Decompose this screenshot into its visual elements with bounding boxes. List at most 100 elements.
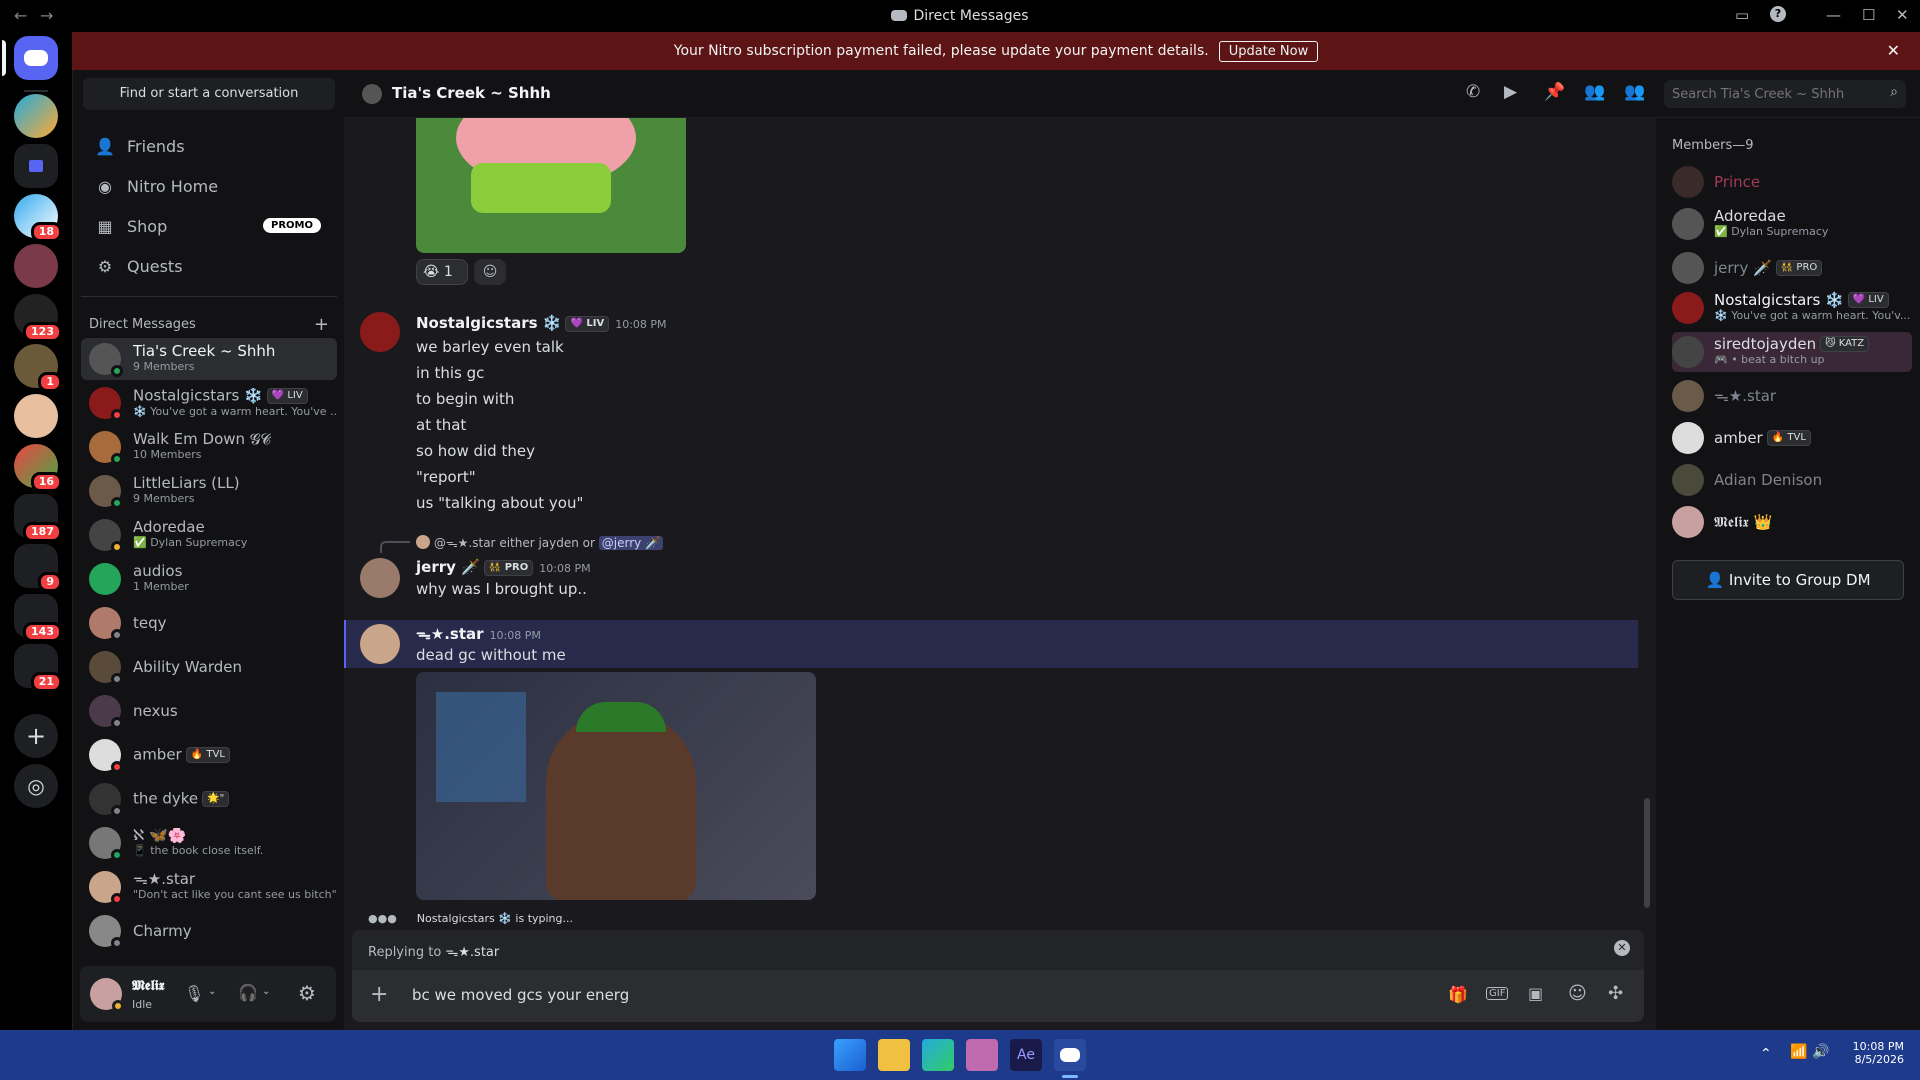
member-item[interactable]: Prince (1672, 162, 1912, 202)
message-author[interactable]: jerry 🗡️ 👯 PRO 10:08 PM (416, 558, 591, 576)
inbox-icon[interactable]: ▭ (1735, 6, 1749, 24)
member-item[interactable]: amber 🔥 TVL (1672, 418, 1912, 458)
attach-plus-icon[interactable]: + (370, 982, 388, 1007)
members-list-icon[interactable]: 👥 (1624, 82, 1645, 102)
server-icon[interactable] (14, 394, 58, 438)
avatar[interactable] (90, 978, 124, 1012)
invite-group-dm-button[interactable]: 👤 Invite to Group DM (1672, 560, 1904, 600)
chevron-down-icon[interactable]: ⌄ (208, 986, 216, 997)
server-folder[interactable]: 9 (14, 544, 62, 592)
dm-item[interactable]: LittleLiars (LL) 9 Members (81, 470, 337, 512)
update-now-button[interactable]: Update Now (1218, 40, 1319, 62)
close-window-icon[interactable]: ✕ (1896, 6, 1909, 24)
server-icon[interactable]: 1 (14, 344, 62, 392)
call-icon[interactable]: ✆ (1466, 82, 1480, 102)
headphones-icon[interactable]: 🎧 (238, 983, 258, 1002)
minimize-icon[interactable]: — (1826, 6, 1841, 24)
dm-item[interactable]: ᯓ★.star "Don't act like you cant see us b… (81, 866, 337, 908)
gift-icon[interactable]: 🎁 (1448, 985, 1468, 1004)
dm-item[interactable]: Tia's Creek ~ Shhh 9 Members (81, 338, 337, 380)
message-author[interactable]: ᯓ★.star 10:08 PM (416, 624, 541, 644)
find-conversation-button[interactable]: Find or start a conversation (83, 78, 335, 110)
banner-close-icon[interactable]: ✕ (1887, 41, 1900, 60)
microphone-icon[interactable]: 🎙 (184, 984, 204, 1003)
nav-friends[interactable]: 👤 Friends (81, 126, 337, 166)
dm-item[interactable]: Nostalgicstars ❄️ 💜 LIV ❄️ You've got a wa… (81, 382, 337, 424)
help-icon[interactable]: ? (1770, 6, 1786, 22)
edge-browser-icon[interactable] (922, 1039, 954, 1071)
clock[interactable]: 10:08 PM 8/5/2026 (1838, 1040, 1904, 1066)
dm-item[interactable]: nexus (81, 690, 337, 732)
dm-item[interactable]: Walk Em Down 𝓖𝓒 10 Members (81, 426, 337, 468)
file-explorer-icon[interactable] (878, 1039, 910, 1071)
chevron-down-icon[interactable]: ⌄ (262, 986, 270, 997)
apps-icon[interactable]: ✣ (1608, 983, 1623, 1004)
message-input[interactable]: bc we moved gcs your energ (412, 986, 629, 1004)
dm-item[interactable]: Adoredae ✅ Dylan Supremacy (81, 514, 337, 556)
home-button[interactable] (2, 36, 58, 80)
search-box[interactable]: ⌕ (1664, 80, 1906, 108)
nav-shop[interactable]: ▦ Shop PROMO (81, 206, 337, 246)
server-icon[interactable]: 18 (14, 194, 62, 242)
settings-gear-icon[interactable]: ⚙ (298, 981, 316, 1005)
explore-icon[interactable]: ◎ (14, 764, 58, 808)
server-rail: 18 123 1 16 187 9 143 21 + ◎ (0, 32, 72, 1030)
dm-item[interactable]: Ability Warden (81, 646, 337, 688)
scrollbar[interactable] (1644, 798, 1650, 908)
create-dm-icon[interactable]: + (314, 314, 329, 335)
dm-item[interactable]: amber 🔥 TVL (81, 734, 337, 776)
reply-preview[interactable]: @ᯓ★.star either jayden or @jerry 🗡️ (416, 534, 664, 551)
dm-item[interactable]: ℵ 🦋🌸 📱 the book close itself. (81, 822, 337, 864)
avatar[interactable] (360, 558, 400, 598)
gif-icon[interactable]: GIF (1486, 987, 1509, 1000)
avatar[interactable] (360, 624, 400, 664)
after-effects-icon[interactable]: Ae (1010, 1039, 1042, 1071)
server-icon[interactable] (14, 244, 58, 288)
member-item[interactable]: siredtojayden 😼 KATZ 🎮 • beat a bitch up (1672, 332, 1912, 372)
message-gif[interactable] (416, 672, 816, 900)
add-friends-icon[interactable]: 👥 (1584, 82, 1605, 102)
add-person-icon: 👤 (1705, 571, 1725, 589)
avatar[interactable] (360, 312, 400, 352)
dm-item[interactable]: the dyke 🌟" (81, 778, 337, 820)
video-icon[interactable]: ▶ (1504, 82, 1517, 102)
dm-item[interactable]: audios 1 Member (81, 558, 337, 600)
member-item[interactable]: Adoredae ✅ Dylan Supremacy (1672, 204, 1912, 244)
sticker-icon[interactable]: ▣ (1528, 984, 1543, 1003)
member-item[interactable]: jerry 🗡️ 👯 PRO (1672, 248, 1912, 288)
search-input[interactable] (1664, 80, 1874, 108)
tray-chevron-icon[interactable]: ⌃ (1760, 1046, 1772, 1062)
avatar (1672, 506, 1704, 538)
server-icon[interactable]: 16 (14, 444, 62, 492)
server-folder[interactable]: 187 (14, 494, 62, 542)
member-item[interactable]: Adian Denison (1672, 460, 1912, 500)
server-icon[interactable] (14, 94, 58, 138)
server-folder[interactable]: 21 (14, 644, 62, 692)
add-reaction-icon[interactable]: ☺ (474, 259, 506, 285)
friends-icon: 👤 (95, 136, 115, 156)
server-icon[interactable]: 123 (14, 294, 62, 342)
pin-icon[interactable]: 📌 (1544, 82, 1565, 102)
message-author[interactable]: Nostalgicstars ❄️ 💜 LIV 10:08 PM (416, 314, 667, 332)
avatar (89, 871, 123, 905)
emoji-icon[interactable]: ☺ (1568, 983, 1587, 1004)
reaction[interactable]: 😭 1 (416, 259, 468, 285)
dm-item[interactable]: Charmy (81, 910, 337, 952)
member-item[interactable]: ᯓ★.star (1672, 376, 1912, 416)
message-image[interactable] (416, 118, 686, 253)
server-folder[interactable]: 143 (14, 594, 62, 642)
nav-nitro-home[interactable]: ◉ Nitro Home (81, 166, 337, 206)
wifi-icon[interactable]: 📶 (1790, 1044, 1807, 1060)
member-item[interactable]: 𝕸𝖊𝖑𝖎𝖝 👑 (1672, 502, 1912, 542)
windows-start-icon[interactable] (834, 1039, 866, 1071)
volume-icon[interactable]: 🔊 (1812, 1044, 1829, 1060)
dm-item[interactable]: teqy (81, 602, 337, 644)
maximize-icon[interactable]: ☐ (1862, 6, 1875, 24)
cancel-reply-icon[interactable]: ✕ (1614, 940, 1630, 956)
app-icon[interactable] (966, 1039, 998, 1071)
discord-taskbar-icon[interactable] (1054, 1039, 1086, 1071)
member-item[interactable]: Nostalgicstars ❄️ 💜 LIV ❄️ You've got a wa… (1672, 288, 1912, 328)
nav-quests[interactable]: ⚙ Quests (81, 246, 337, 286)
add-server-icon[interactable]: + (14, 714, 58, 758)
folder-icon[interactable] (14, 144, 58, 188)
